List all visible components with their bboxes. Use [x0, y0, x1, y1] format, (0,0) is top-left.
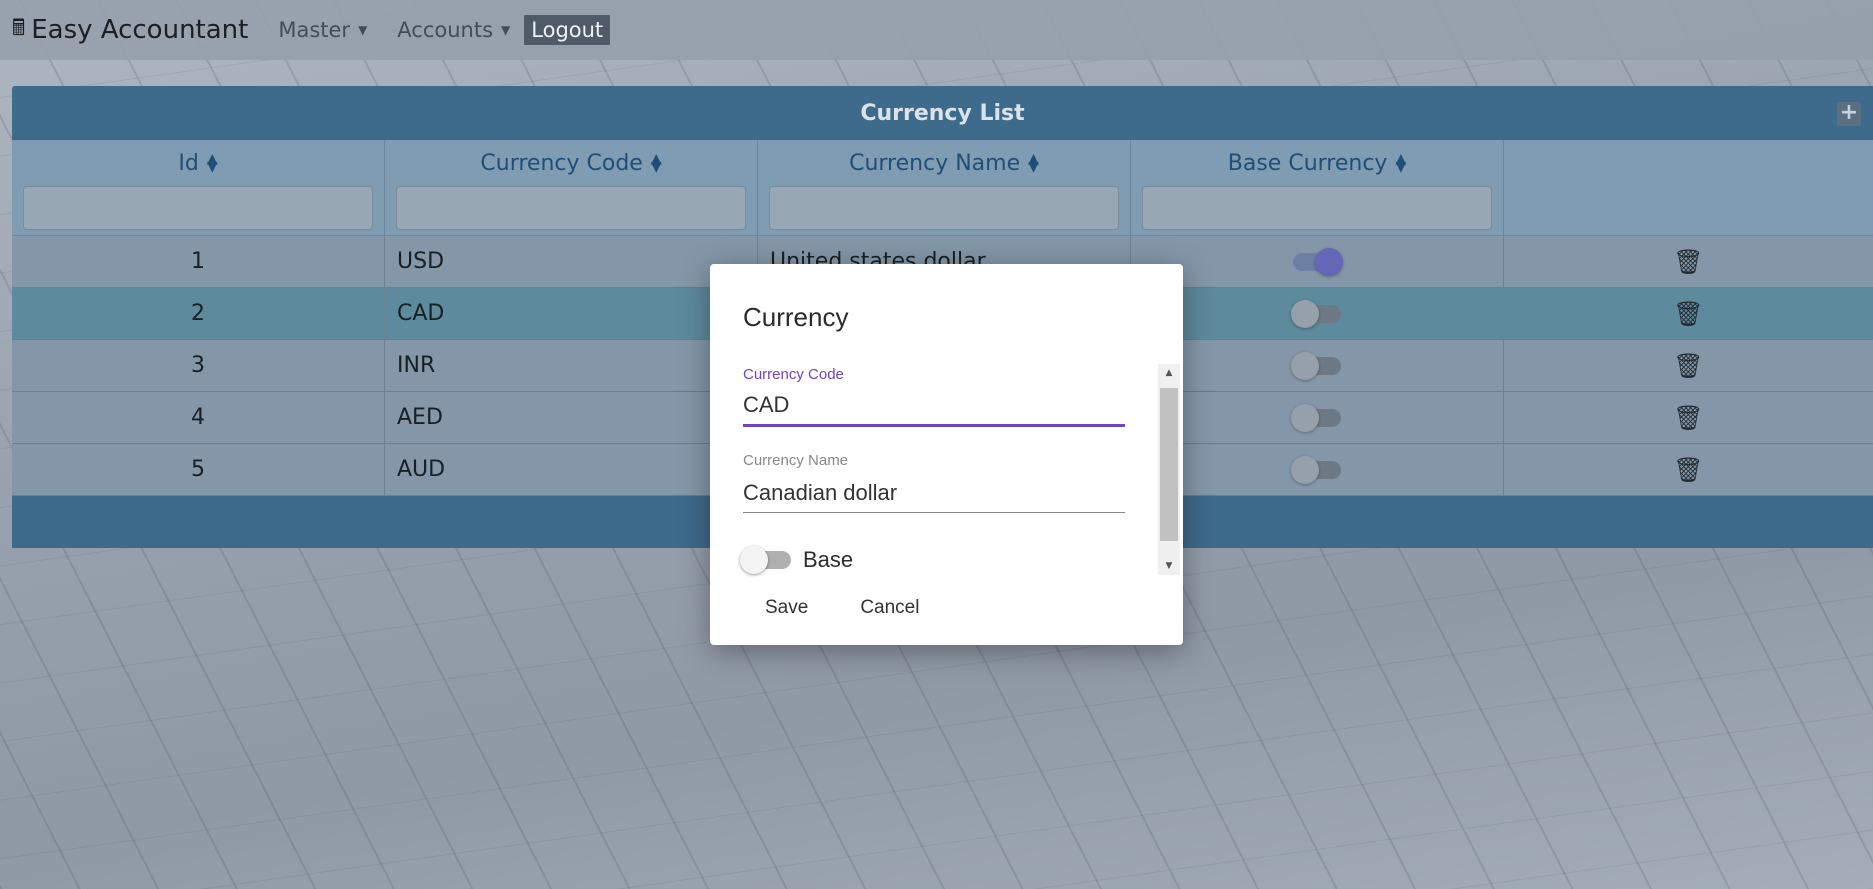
panel-header: Currency List + [12, 86, 1873, 140]
sort-icon[interactable]: ▲ ▼ [207, 152, 218, 174]
app-logo-icon: 🖩 [12, 16, 26, 41]
cell-base [1131, 392, 1504, 443]
dialog-scrollbar[interactable]: ▲ ▼ [1158, 364, 1180, 575]
brand-title: Easy Accountant [31, 15, 249, 45]
add-icon[interactable]: + [1837, 102, 1861, 126]
cell-base [1131, 340, 1504, 391]
base-currency-toggle[interactable] [1291, 299, 1341, 328]
nav-master-label: Master [278, 18, 351, 42]
trash-icon[interactable]: 🗑 [1673, 404, 1703, 432]
chevron-down-icon: ▼ [501, 23, 511, 37]
cell-id: 3 [12, 340, 385, 391]
filter-input-base[interactable] [1142, 186, 1492, 230]
cell-code: USD [385, 236, 758, 287]
cell-code: AUD [385, 444, 758, 495]
cell-base [1131, 236, 1504, 287]
cell-id: 1 [12, 236, 385, 287]
chevron-down-icon: ▼ [358, 23, 368, 37]
nav-accounts[interactable]: Accounts ▼ [397, 18, 510, 42]
column-header-label: Id [178, 150, 199, 176]
currency-code-underline [743, 424, 1125, 427]
sort-icon[interactable]: ▲ ▼ [651, 152, 662, 174]
cell-actions: 🗑 [1504, 236, 1873, 287]
scroll-thumb[interactable] [1160, 388, 1178, 541]
scroll-down-icon[interactable]: ▼ [1158, 557, 1180, 575]
table-header: Id ▲ ▼ Currency Code ▲ ▼ Currency Name ▲ ▼ … [12, 140, 1873, 236]
cell-actions: 🗑 [1504, 288, 1873, 339]
currency-code-field[interactable]: CAD [743, 392, 789, 418]
currency-name-underline [743, 512, 1125, 513]
cell-code: INR [385, 340, 758, 391]
cell-id: 5 [12, 444, 385, 495]
base-toggle[interactable] [740, 546, 791, 574]
base-currency-toggle[interactable] [1291, 455, 1341, 484]
currency-name-label: Currency Name [743, 452, 849, 469]
column-header-id[interactable]: Id ▲ ▼ [12, 140, 385, 235]
trash-icon[interactable]: 🗑 [1673, 352, 1703, 380]
column-header-code[interactable]: Currency Code ▲ ▼ [385, 140, 758, 235]
cell-base [1131, 288, 1504, 339]
base-currency-toggle[interactable] [1293, 247, 1343, 276]
scroll-up-icon[interactable]: ▲ [1158, 364, 1180, 382]
trash-icon[interactable]: 🗑 [1673, 456, 1703, 484]
filter-input-id[interactable] [23, 186, 373, 230]
nav-accounts-label: Accounts [397, 18, 494, 42]
filter-input-name[interactable] [769, 186, 1119, 230]
sort-icon[interactable]: ▲ ▼ [1395, 152, 1406, 174]
nav-master[interactable]: Master ▼ [278, 18, 367, 42]
dialog-title: Currency [743, 302, 849, 332]
cell-actions: 🗑 [1504, 392, 1873, 443]
base-currency-toggle[interactable] [1291, 403, 1341, 432]
navbar: 🖩 Easy Accountant Master ▼ Accounts ▼ Lo… [0, 0, 1873, 60]
brand[interactable]: 🖩 Easy Accountant [12, 11, 248, 49]
currency-code-label: Currency Code [743, 366, 844, 383]
trash-icon[interactable]: 🗑 [1673, 300, 1703, 328]
cell-actions: 🗑 [1504, 340, 1873, 391]
column-header-label: Currency Name [849, 150, 1021, 176]
column-header-label: Base Currency [1227, 150, 1388, 176]
cell-actions: 🗑 [1504, 444, 1873, 495]
cell-base [1131, 444, 1504, 495]
currency-name-field[interactable]: Canadian dollar [743, 480, 897, 506]
base-toggle-row: Base [740, 546, 854, 574]
cancel-button[interactable]: Cancel [830, 597, 941, 619]
column-header-label: Currency Code [480, 150, 643, 176]
dialog-body: Currency Code CAD Currency Name Canadian… [743, 364, 1125, 538]
cell-code: AED [385, 392, 758, 443]
panel-title: Currency List [860, 100, 1025, 126]
base-label: Base [803, 547, 854, 572]
cell-id: 2 [12, 288, 385, 339]
column-header-name[interactable]: Currency Name ▲ ▼ [758, 140, 1131, 235]
cell-code: CAD [385, 288, 758, 339]
base-currency-toggle[interactable] [1291, 351, 1341, 380]
trash-icon[interactable]: 🗑 [1673, 248, 1703, 276]
filter-input-code[interactable] [396, 186, 746, 230]
logout-button[interactable]: Logout [524, 15, 611, 45]
column-header-actions [1504, 140, 1873, 235]
save-button[interactable]: Save [743, 597, 830, 619]
dialog-actions: Save Cancel [743, 597, 941, 619]
sort-icon[interactable]: ▲ ▼ [1028, 152, 1039, 174]
column-header-base[interactable]: Base Currency ▲ ▼ [1131, 140, 1504, 235]
cell-id: 4 [12, 392, 385, 443]
currency-dialog: Currency Currency Code CAD Currency Name… [710, 264, 1183, 645]
